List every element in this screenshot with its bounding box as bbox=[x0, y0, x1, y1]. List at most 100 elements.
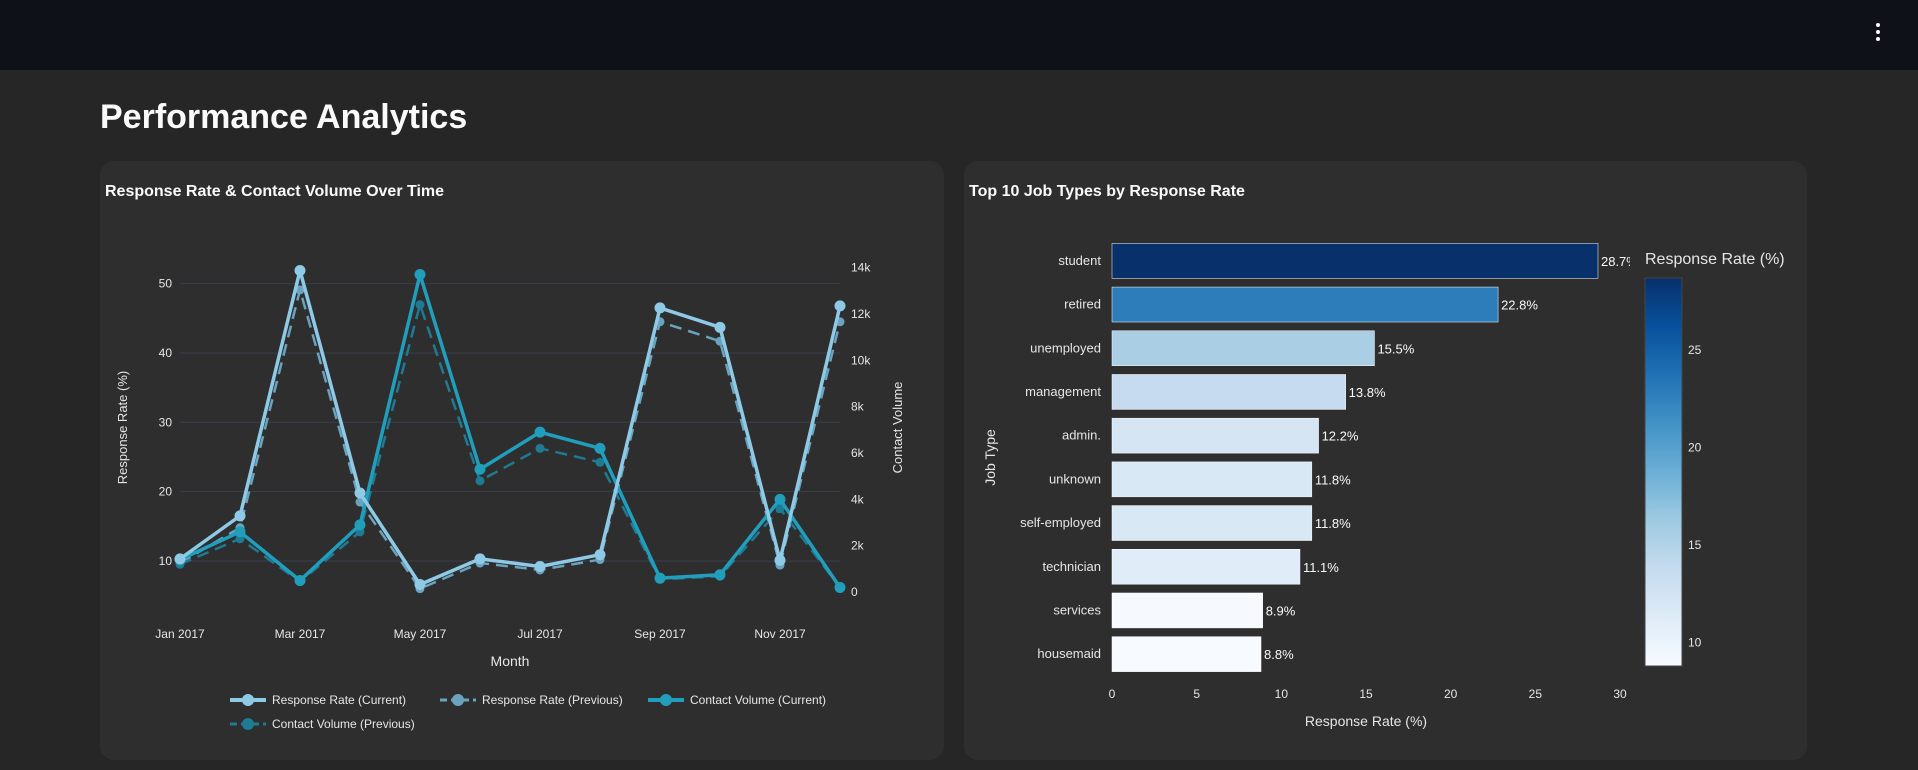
line-chart-panel: Response Rate & Contact Volume Over Time… bbox=[100, 161, 944, 760]
y-axis-label: Job Type bbox=[982, 429, 998, 486]
legend-marker bbox=[242, 694, 254, 706]
category-label: retired bbox=[1064, 297, 1101, 312]
bar-data-label: 11.1% bbox=[1303, 560, 1339, 575]
y2-tick-label: 4k bbox=[851, 492, 865, 506]
legend-item[interactable]: Response Rate (Current) bbox=[230, 693, 406, 707]
kebab-menu-icon[interactable] bbox=[1866, 20, 1890, 44]
x-tick-label: Sep 2017 bbox=[634, 627, 686, 641]
data-point bbox=[534, 560, 546, 572]
legend-item[interactable]: Response Rate (Previous) bbox=[440, 693, 623, 707]
data-point bbox=[414, 269, 426, 280]
y2-tick-label: 14k bbox=[851, 261, 871, 275]
legend-marker bbox=[242, 718, 254, 730]
x-tick-label: 25 bbox=[1529, 687, 1543, 701]
colorbar-tick-label: 20 bbox=[1688, 441, 1702, 455]
y-tick-label: 20 bbox=[159, 485, 173, 499]
y2-tick-label: 2k bbox=[851, 539, 865, 553]
data-point bbox=[414, 579, 426, 591]
bar-data-label: 11.8% bbox=[1315, 472, 1351, 487]
bar-chart[interactable]: 0 5 10 15 20 25 30 Response Rate (%) Job Type 28.… bbox=[964, 161, 1807, 760]
legend-item[interactable]: Contact Volume (Current) bbox=[648, 693, 826, 707]
legend-marker bbox=[660, 694, 672, 706]
bar-data-label: 8.9% bbox=[1266, 603, 1296, 618]
series-line bbox=[179, 288, 842, 590]
category-label: admin. bbox=[1062, 428, 1101, 443]
line-chart[interactable]: 10 20 30 40 50 0 2k 4k 6k 8k 10k 12k 14k Jan 2017 Mar … bbox=[100, 161, 944, 760]
y2-tick-label: 0 bbox=[851, 585, 858, 599]
top-header-bar bbox=[0, 0, 1918, 70]
bar bbox=[1111, 549, 1301, 585]
category-label: self-employed bbox=[1020, 515, 1101, 530]
bar-data-label: 15.5% bbox=[1377, 341, 1414, 356]
y2-tick-label: 10k bbox=[851, 353, 871, 367]
data-point bbox=[234, 510, 246, 522]
bar-data-label: 11.8% bbox=[1315, 516, 1351, 531]
x-tick-label: 30 bbox=[1613, 687, 1627, 701]
data-point bbox=[654, 302, 666, 314]
y2-axis-label: Contact Volume bbox=[890, 382, 905, 474]
bar-data-label: 12.2% bbox=[1322, 429, 1359, 444]
data-point bbox=[535, 443, 545, 453]
category-label: technician bbox=[1042, 559, 1101, 574]
category-label: management bbox=[1025, 384, 1101, 399]
colorbar-tick-label: 10 bbox=[1688, 636, 1702, 650]
bar-data-label: 28.7% bbox=[1601, 254, 1638, 269]
bar bbox=[1111, 461, 1313, 498]
bar bbox=[1111, 286, 1499, 323]
data-point bbox=[834, 300, 846, 312]
x-tick-label: May 2017 bbox=[394, 627, 447, 641]
x-tick-label: Jan 2017 bbox=[155, 627, 205, 641]
data-point bbox=[774, 493, 786, 505]
y2-tick-label: 6k bbox=[851, 446, 865, 460]
series-line bbox=[179, 272, 842, 589]
data-point bbox=[234, 526, 246, 538]
data-point bbox=[594, 442, 606, 454]
bar bbox=[1111, 417, 1319, 454]
data-point bbox=[474, 463, 486, 475]
x-tick-label: 0 bbox=[1109, 687, 1116, 701]
data-point bbox=[534, 426, 546, 438]
bar-plot-area: 28.7% 22.8% 15.5% 13.8% 12.2% 11.8% 11.8% 11.1%… bbox=[1111, 243, 1638, 672]
x-tick-label: 10 bbox=[1275, 687, 1289, 701]
y-axis-label: Response Rate (%) bbox=[115, 371, 130, 484]
bar-data-label: 8.8% bbox=[1264, 647, 1294, 662]
data-point bbox=[294, 575, 306, 586]
x-tick-label: Nov 2017 bbox=[754, 627, 806, 641]
data-point bbox=[714, 321, 726, 333]
x-tick-label: 20 bbox=[1444, 687, 1458, 701]
category-label: services bbox=[1053, 602, 1101, 617]
colorbar-title: Response Rate (%) bbox=[1645, 251, 1785, 268]
y2-tick-label: 12k bbox=[851, 307, 871, 321]
x-axis-label: Month bbox=[491, 653, 530, 669]
bar bbox=[1111, 330, 1375, 366]
data-point bbox=[654, 572, 666, 584]
category-label: unemployed bbox=[1030, 340, 1101, 355]
series-line bbox=[178, 268, 842, 587]
y-tick-label: 30 bbox=[159, 415, 173, 429]
colorbar bbox=[1644, 277, 1683, 667]
bar-chart-panel: Top 10 Job Types by Response Rate 0 5 10 15… bbox=[964, 161, 1807, 760]
category-label: unknown bbox=[1049, 471, 1101, 486]
series-contact-volume-current bbox=[174, 269, 846, 593]
bar bbox=[1111, 505, 1313, 541]
y-tick-label: 10 bbox=[159, 554, 173, 568]
x-tick-label: 15 bbox=[1359, 687, 1373, 701]
colorbar-tick-label: 25 bbox=[1688, 343, 1702, 357]
bar-data-label: 22.8% bbox=[1501, 298, 1538, 313]
page-title: Performance Analytics bbox=[100, 98, 468, 136]
y-tick-label: 50 bbox=[159, 277, 173, 291]
data-point bbox=[714, 569, 726, 581]
legend-label: Contact Volume (Previous) bbox=[272, 717, 415, 731]
data-point bbox=[415, 300, 425, 310]
data-point bbox=[294, 264, 306, 276]
category-label: student bbox=[1058, 253, 1101, 268]
data-point bbox=[774, 554, 786, 566]
series-line bbox=[179, 303, 841, 589]
legend-label: Response Rate (Previous) bbox=[482, 693, 623, 707]
series-contact-volume-previous bbox=[175, 300, 845, 592]
bar bbox=[1111, 592, 1263, 629]
legend-label: Contact Volume (Current) bbox=[690, 693, 826, 707]
bar-data-label: 13.8% bbox=[1349, 385, 1386, 400]
legend-item[interactable]: Contact Volume (Previous) bbox=[230, 717, 415, 731]
data-point bbox=[834, 581, 846, 593]
